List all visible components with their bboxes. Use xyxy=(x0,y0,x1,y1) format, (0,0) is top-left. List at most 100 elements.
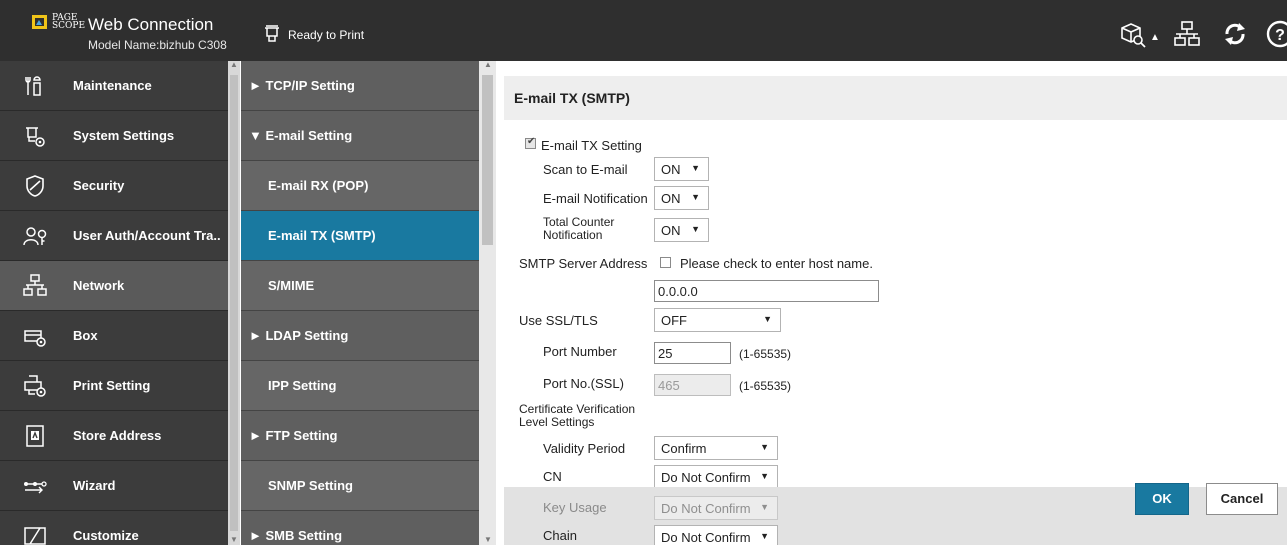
cert-verification-heading: Certificate Verification Level Settings xyxy=(519,402,636,429)
chevron-down-icon: ▼ xyxy=(760,442,769,452)
sidebar-item-box[interactable]: Box xyxy=(0,311,228,361)
sidebar-item-label: Maintenance xyxy=(73,78,152,93)
chevron-down-icon: ▼ xyxy=(691,192,700,202)
network-icon xyxy=(23,274,47,296)
subnav-scrollbar[interactable]: ▲ ▼ xyxy=(479,60,496,545)
port-number-input[interactable]: 25 xyxy=(654,342,731,364)
customize-icon xyxy=(24,527,46,545)
sidebar-item-label: System Settings xyxy=(73,128,175,143)
scan-to-email-label: Scan to E-mail xyxy=(543,162,628,177)
sidebar-item-label: User Auth/Account Tra.. xyxy=(73,228,221,243)
validity-period-select[interactable]: Confirm ▼ xyxy=(654,436,778,460)
network-map-icon[interactable] xyxy=(1172,19,1202,49)
sub-navigation: ► TCP/IP Setting ▼ E-mail Setting E-mail… xyxy=(241,60,496,545)
main-content: E-mail TX (SMTP) E-mail TX Setting Scan … xyxy=(496,61,1287,545)
chain-select[interactable]: Do Not Confirm ▼ xyxy=(654,525,778,545)
subnav-label: S/MIME xyxy=(268,278,315,293)
sidebar-scrollbar-thumb[interactable] xyxy=(230,75,238,531)
port-ssl-range: (1-65535) xyxy=(739,379,792,393)
sidebar-scrollbar[interactable]: ▲ ▼ xyxy=(228,60,240,545)
total-counter-notification-select[interactable]: ON ▼ xyxy=(654,218,709,242)
user-auth-icon xyxy=(23,227,47,246)
store-address-icon xyxy=(26,425,44,447)
cn-label: CN xyxy=(543,469,562,484)
chain-label: Chain xyxy=(543,528,577,543)
subnav-label: ► FTP Setting xyxy=(249,428,338,443)
sidebar-item-user-auth[interactable]: User Auth/Account Tra.. xyxy=(0,211,228,261)
sidebar-item-wizard[interactable]: Wizard xyxy=(0,461,228,511)
port-number-range: (1-65535) xyxy=(739,347,792,361)
email-tx-setting-checkbox[interactable] xyxy=(525,136,536,149)
sidebar-item-label: Customize xyxy=(73,528,139,543)
svg-text:?: ? xyxy=(1275,27,1285,44)
sidebar-item-print-setting[interactable]: Print Setting xyxy=(0,361,228,411)
port-ssl-input[interactable]: 465 xyxy=(654,374,731,396)
sidebar-item-label: Box xyxy=(73,328,98,343)
subnav-ftp-setting[interactable]: ► FTP Setting xyxy=(241,411,479,461)
sidebar-item-maintenance[interactable]: Maintenance xyxy=(0,61,228,111)
key-usage-label: Key Usage xyxy=(543,500,607,515)
subnav-label: IPP Setting xyxy=(268,378,337,393)
sidebar-item-store-address[interactable]: Store Address xyxy=(0,411,228,461)
port-ssl-label: Port No.(SSL) xyxy=(543,376,624,391)
header-bar: PAGE SCOPE Web Connection Model Name:bizh… xyxy=(0,0,1287,61)
cn-select[interactable]: Do Not Confirm ▼ xyxy=(654,465,778,489)
brand-title: Web Connection xyxy=(88,15,214,34)
print-setting-icon xyxy=(24,375,46,397)
scan-to-email-select[interactable]: ON ▼ xyxy=(654,157,709,181)
subnav-email-tx-smtp[interactable]: E-mail TX (SMTP) xyxy=(241,211,479,261)
host-name-checkbox[interactable] xyxy=(660,257,671,268)
subnav-smb-setting[interactable]: ► SMB Setting xyxy=(241,511,479,545)
key-usage-select[interactable]: Do Not Confirm ▼ xyxy=(654,496,778,520)
use-ssl-tls-select[interactable]: OFF ▼ xyxy=(654,308,781,332)
sidebar-item-network[interactable]: Network xyxy=(0,261,228,311)
subnav-email-rx-pop[interactable]: E-mail RX (POP) xyxy=(241,161,479,211)
pagescope-logo-icon xyxy=(32,15,47,29)
ok-button[interactable]: OK xyxy=(1135,483,1189,515)
web-connection-app: PAGE SCOPE Web Connection Model Name:bizh… xyxy=(0,0,1287,545)
cancel-button[interactable]: Cancel xyxy=(1206,483,1278,515)
subnav-label: ► LDAP Setting xyxy=(249,328,349,343)
help-icon[interactable]: ? xyxy=(1265,19,1287,49)
subnav-email-setting[interactable]: ▼ E-mail Setting xyxy=(241,111,479,161)
system-settings-icon xyxy=(26,127,45,147)
chevron-down-icon: ▼ xyxy=(691,224,700,234)
maintenance-icon xyxy=(25,76,41,96)
printer-status-text: Ready to Print xyxy=(288,28,365,42)
sidebar-item-system-settings[interactable]: System Settings xyxy=(0,111,228,161)
email-notification-label: E-mail Notification xyxy=(543,191,648,206)
printer-status-icon xyxy=(265,25,279,42)
chevron-down-icon: ▼ xyxy=(691,163,700,173)
pagescope-logo: PAGE SCOPE Web Connection Model Name:bizh… xyxy=(30,12,250,56)
page-title: E-mail TX (SMTP) xyxy=(514,90,630,106)
model-name: Model Name:bizhub C308 xyxy=(88,38,227,52)
port-number-label: Port Number xyxy=(543,344,617,359)
box-icon xyxy=(24,330,46,347)
subnav-snmp-setting[interactable]: SNMP Setting xyxy=(241,461,479,511)
subnav-label: ▼ E-mail Setting xyxy=(249,128,353,143)
scroll-up-icon[interactable]: ▲ xyxy=(230,60,238,69)
brand-pagescope: PAGE SCOPE xyxy=(52,13,86,31)
subnav-label: ► SMB Setting xyxy=(249,528,343,543)
sidebar-item-label: Store Address xyxy=(73,428,162,443)
sidebar-item-security[interactable]: Security xyxy=(0,161,228,211)
smtp-server-address-input[interactable]: 0.0.0.0 xyxy=(654,280,879,302)
scroll-down-icon[interactable]: ▼ xyxy=(230,535,238,544)
subnav-label: ► TCP/IP Setting xyxy=(249,78,355,93)
subnav-smime[interactable]: S/MIME xyxy=(241,261,479,311)
model-search-icon[interactable] xyxy=(1118,19,1148,49)
chevron-down-icon: ▼ xyxy=(760,471,769,481)
scroll-down-icon[interactable]: ▼ xyxy=(484,535,492,544)
subnav-scrollbar-thumb[interactable] xyxy=(482,75,493,245)
subnav-ldap-setting[interactable]: ► LDAP Setting xyxy=(241,311,479,361)
subnav-label: SNMP Setting xyxy=(268,478,353,493)
chevron-down-icon: ▼ xyxy=(760,531,769,541)
refresh-icon[interactable] xyxy=(1220,19,1250,49)
sidebar-item-customize[interactable]: Customize xyxy=(0,511,228,545)
subnav-tcpip-setting[interactable]: ► TCP/IP Setting xyxy=(241,61,479,111)
sidebar-item-label: Wizard xyxy=(73,478,116,493)
use-ssl-tls-label: Use SSL/TLS xyxy=(519,313,598,328)
email-notification-select[interactable]: ON ▼ xyxy=(654,186,709,210)
scroll-up-icon[interactable]: ▲ xyxy=(484,60,492,69)
subnav-ipp-setting[interactable]: IPP Setting xyxy=(241,361,479,411)
